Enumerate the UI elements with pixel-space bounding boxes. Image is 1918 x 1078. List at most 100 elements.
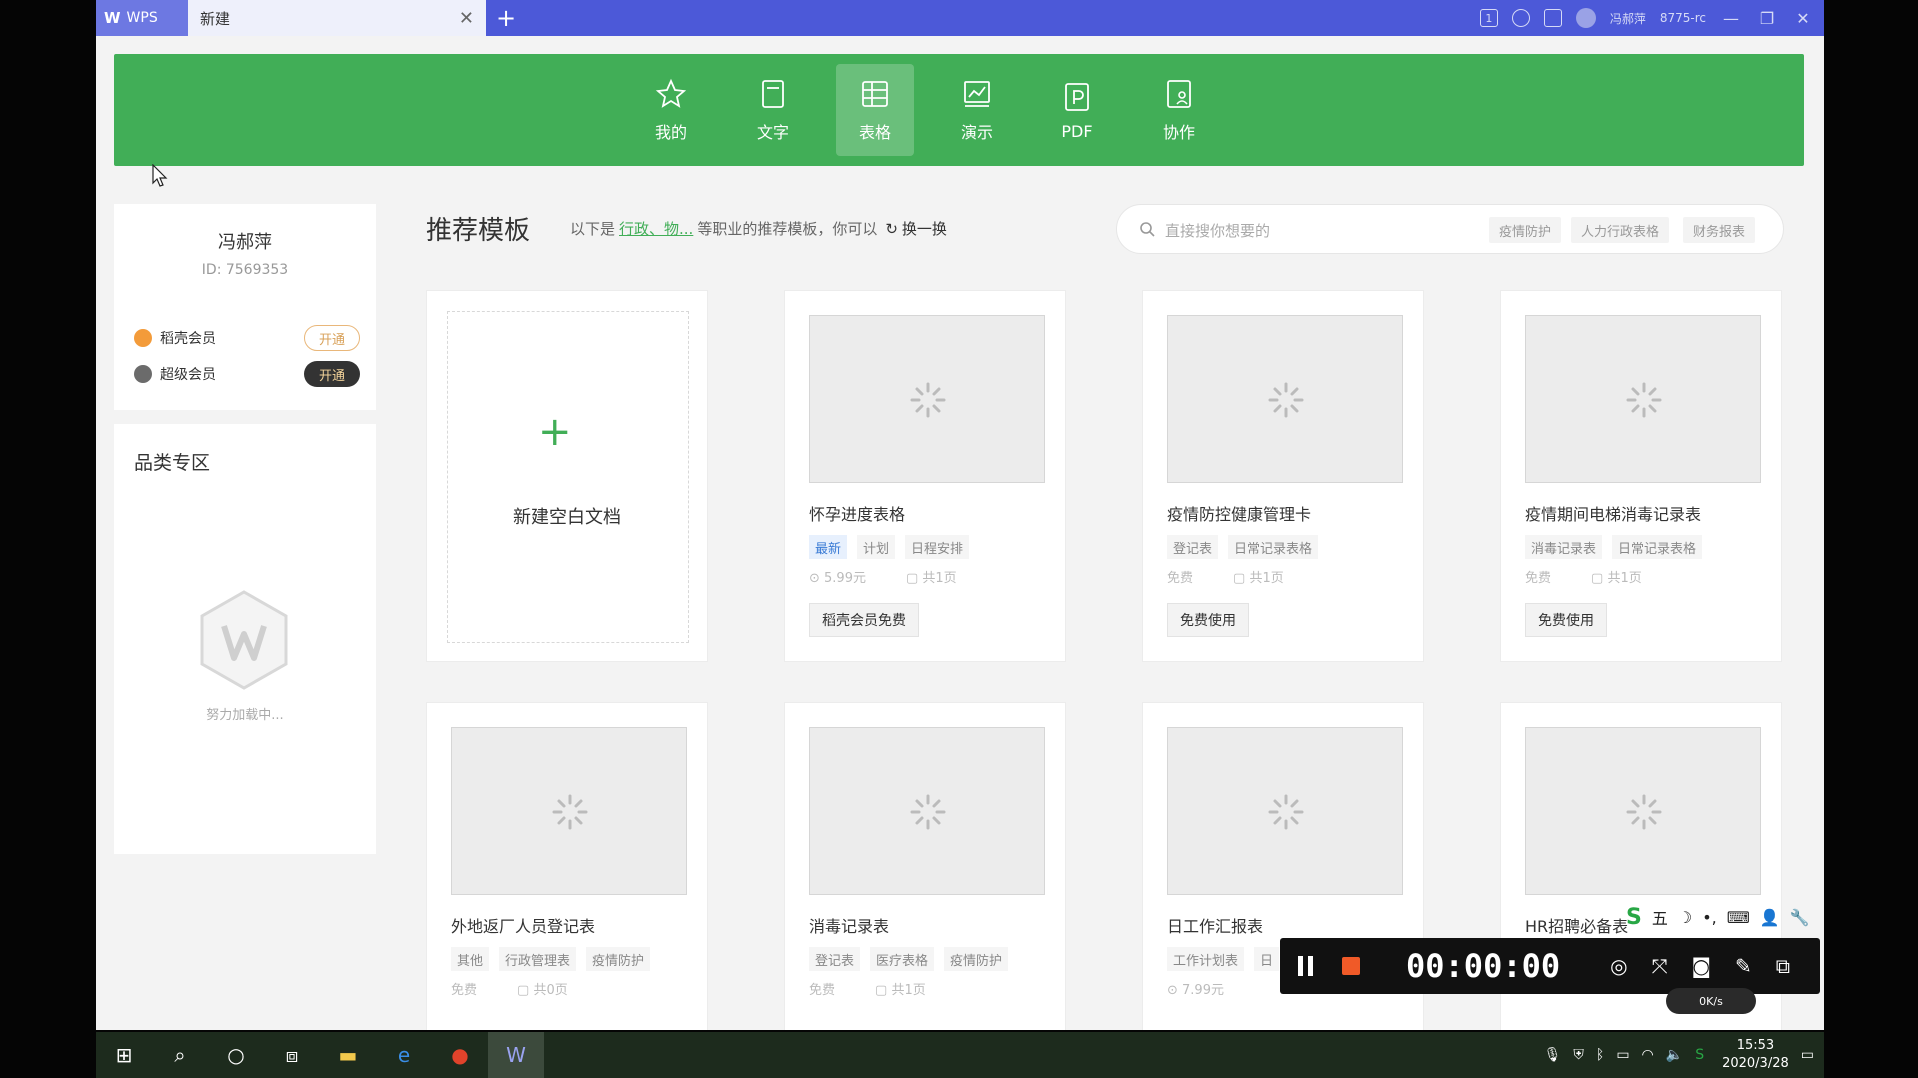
page-count-icon[interactable]: 1: [1479, 9, 1498, 27]
template-use-button[interactable]: 免费使用: [1167, 603, 1249, 637]
template-tag[interactable]: 疫情防护: [944, 947, 1009, 971]
window-icon[interactable]: ⧉: [1776, 954, 1790, 978]
search-placeholder[interactable]: 直接搜你想要的: [1165, 220, 1270, 241]
template-tag[interactable]: 日常记录表格: [1228, 535, 1319, 559]
close-window-button[interactable]: ✕: [1792, 9, 1814, 28]
add-tab-button[interactable]: +: [496, 4, 516, 32]
template-tag[interactable]: 登记表: [809, 947, 861, 971]
nav-collab[interactable]: 协作: [1140, 64, 1218, 156]
template-tag[interactable]: 行政管理表: [499, 947, 577, 971]
template-card[interactable]: 怀孕进度表格 最新 计划 日程安排 ⊙ 5.99元 ▢ 共1页 稻壳会员免费: [784, 290, 1066, 662]
user-icon[interactable]: 👤: [1760, 908, 1780, 927]
windows-start-icon[interactable]: ⊞: [96, 1032, 152, 1078]
docer-open-button[interactable]: 开通: [304, 325, 360, 351]
category-panel: 品类专区 努力加载中...: [114, 424, 376, 854]
sogou-ime-icon[interactable]: S: [1626, 905, 1642, 930]
wrench-icon[interactable]: 🔧: [1790, 908, 1810, 927]
nav-writer-label: 文字: [756, 123, 789, 142]
nav-presentation[interactable]: 演示: [938, 64, 1016, 156]
template-tag[interactable]: 日程安排: [905, 535, 970, 559]
task-view-icon[interactable]: ⧈: [264, 1032, 320, 1078]
swap-button[interactable]: 换一换: [902, 218, 947, 239]
avatar[interactable]: [1575, 8, 1596, 28]
template-tag[interactable]: 计划: [857, 535, 896, 559]
docer-badge-icon: [134, 329, 152, 347]
skin-icon[interactable]: [1511, 9, 1530, 27]
clock[interactable]: 15:53 2020/3/28: [1722, 1037, 1789, 1073]
search-chip-hr[interactable]: 人力行政表格: [1571, 217, 1670, 243]
punctuation-icon[interactable]: •,: [1702, 908, 1717, 927]
close-tab-icon[interactable]: ✕: [459, 8, 474, 29]
battery-icon[interactable]: ▭: [1616, 1047, 1629, 1063]
super-open-button[interactable]: 开通: [304, 361, 360, 387]
bluetooth-icon[interactable]: ᛒ: [1596, 1047, 1604, 1063]
nav-writer[interactable]: 文字: [734, 64, 812, 156]
shield-icon[interactable]: ⛨: [1573, 1047, 1584, 1063]
nav-mine[interactable]: 我的: [632, 64, 710, 156]
wps-app-icon[interactable]: W: [488, 1032, 544, 1078]
template-tag[interactable]: 疫情防护: [586, 947, 651, 971]
template-tag[interactable]: 消毒记录表: [1525, 535, 1603, 559]
cortana-icon[interactable]: ○: [208, 1032, 264, 1078]
template-tag[interactable]: 其他: [451, 947, 490, 971]
profession-link[interactable]: 行政、物...: [619, 218, 693, 239]
template-tag[interactable]: 日常记录表格: [1612, 535, 1703, 559]
system-tray: 🎙 ⛨ ᛒ ▭ ◠ 🔈 S 15:53 2020/3/28 ▭: [1544, 1032, 1814, 1078]
stop-icon[interactable]: [1342, 957, 1360, 975]
template-tag[interactable]: 工作计划表: [1167, 947, 1245, 971]
moon-icon[interactable]: ☽: [1678, 908, 1692, 927]
template-tag[interactable]: 最新: [809, 535, 848, 559]
search-icon: [1140, 222, 1155, 237]
wifi-icon[interactable]: ◠: [1642, 1047, 1654, 1063]
edge-browser-icon[interactable]: e: [376, 1032, 432, 1078]
minimize-button[interactable]: —: [1720, 9, 1742, 28]
template-price: 免费: [1525, 571, 1552, 586]
tab-new[interactable]: 新建 ✕: [188, 0, 486, 36]
template-pages: ▢ 共0页: [517, 983, 568, 998]
template-card[interactable]: 疫情防控健康管理卡 登记表 日常记录表格 免费 ▢ 共1页 免费使用: [1142, 290, 1424, 662]
nav-mine-label: 我的: [654, 123, 687, 142]
template-tag[interactable]: 日: [1254, 947, 1280, 971]
template-search[interactable]: 直接搜你想要的 疫情防护 人力行政表格 财务报表: [1116, 204, 1784, 254]
region-select-icon[interactable]: ◎: [1610, 954, 1627, 978]
taskbar: ⊞ ⌕ ○ ⧈ ▬ e ● W 🎙 ⛨ ᛒ ▭ ◠ 🔈 S 15:53 2020…: [96, 1032, 1824, 1078]
recorder-actions: ◎ ⤧ ◙ ✎ ⧉: [1610, 954, 1790, 978]
user-name[interactable]: 冯郝萍: [114, 228, 376, 254]
clock-time: 15:53: [1736, 1038, 1775, 1053]
keyboard-icon[interactable]: ⌨: [1727, 908, 1750, 927]
nav-spreadsheet[interactable]: 表格: [836, 64, 914, 156]
wps-home-tab[interactable]: W WPS: [96, 0, 188, 36]
template-title: 怀孕进度表格: [809, 505, 906, 524]
table-icon: [862, 81, 888, 107]
volume-icon[interactable]: 🔈: [1666, 1047, 1683, 1063]
microphone-icon[interactable]: 🎙: [1544, 1047, 1562, 1063]
template-card[interactable]: 消毒记录表 登记表 医疗表格 疫情防护 免费 ▢ 共1页: [784, 702, 1066, 1030]
search-icon[interactable]: ⌕: [152, 1032, 208, 1078]
ime-mode-wubi[interactable]: 五: [1652, 905, 1668, 929]
file-explorer-icon[interactable]: ▬: [320, 1032, 376, 1078]
template-tags: 工作计划表 日: [1167, 947, 1280, 971]
super-member-row: 超级会员 开通: [134, 361, 360, 387]
camera-icon[interactable]: ◙: [1692, 954, 1711, 978]
template-use-button[interactable]: 免费使用: [1525, 603, 1607, 637]
search-chip-epidemic[interactable]: 疫情防护: [1489, 217, 1562, 243]
nav-pdf[interactable]: PDF: [1038, 64, 1116, 156]
template-card[interactable]: 疫情期间电梯消毒记录表 消毒记录表 日常记录表格 免费 ▢ 共1页 免费使用: [1500, 290, 1782, 662]
maximize-button[interactable]: ❐: [1756, 9, 1778, 28]
recorder-app-icon[interactable]: ●: [432, 1032, 488, 1078]
template-use-button[interactable]: 稻壳会员免费: [809, 603, 919, 637]
titlebar-username[interactable]: 冯郝萍: [1610, 10, 1646, 27]
wps-loading-logo-icon: [200, 590, 288, 690]
notification-icon[interactable]: ▭: [1801, 1047, 1814, 1063]
fullscreen-icon[interactable]: ⤧: [1652, 954, 1668, 978]
pen-icon[interactable]: ✎: [1735, 954, 1752, 978]
template-tag[interactable]: 医疗表格: [870, 947, 935, 971]
gift-icon[interactable]: [1543, 9, 1562, 27]
sogou-tray-icon[interactable]: S: [1695, 1047, 1704, 1063]
pause-icon[interactable]: [1298, 956, 1316, 976]
template-card[interactable]: 外地返厂人员登记表 其他 行政管理表 疫情防护 免费 ▢ 共0页: [426, 702, 708, 1030]
search-chip-finance[interactable]: 财务报表: [1683, 217, 1756, 243]
template-tag[interactable]: 登记表: [1167, 535, 1219, 559]
new-blank-document-card[interactable]: + 新建空白文档: [426, 290, 708, 662]
refresh-icon[interactable]: ↻: [885, 220, 898, 238]
